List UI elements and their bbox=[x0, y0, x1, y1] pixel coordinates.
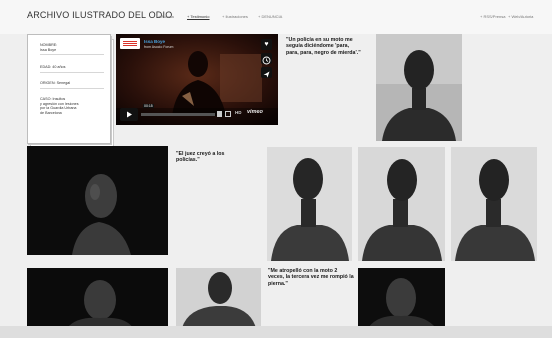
profile-origin: ORIGEN: Senegal bbox=[40, 81, 104, 89]
portrait-photo-4[interactable] bbox=[358, 147, 445, 261]
video-time: 00:15 bbox=[143, 104, 154, 108]
progress-track[interactable] bbox=[141, 113, 215, 116]
portrait-image bbox=[176, 268, 261, 328]
video-subtitle[interactable]: from Asocio Forum bbox=[144, 45, 173, 49]
portrait-image bbox=[358, 147, 445, 261]
portrait-photo-1[interactable] bbox=[376, 34, 462, 141]
portrait-photo-6[interactable] bbox=[27, 268, 168, 328]
clock-icon[interactable] bbox=[261, 53, 272, 65]
profile-age: EDAD: 40 años bbox=[40, 65, 104, 73]
nav-ilustraciones[interactable]: + Ilustraciones bbox=[222, 14, 248, 19]
play-button[interactable] bbox=[120, 108, 138, 121]
video-title[interactable]: Issa Boye bbox=[144, 39, 165, 44]
profile-card: NOMBRE: Issa Boye EDAD: 40 años ORIGEN: … bbox=[27, 34, 114, 147]
portrait-photo-7[interactable] bbox=[176, 268, 261, 328]
fullscreen-icon[interactable] bbox=[225, 111, 231, 117]
portrait-image bbox=[27, 268, 168, 328]
profile-name-field: NOMBRE: Issa Boye bbox=[40, 43, 104, 56]
profile-card-front: NOMBRE: Issa Boye EDAD: 40 años ORIGEN: … bbox=[27, 34, 111, 144]
portrait-photo-8[interactable] bbox=[358, 268, 445, 328]
nav-web-autoria[interactable]: + Web/Autoria bbox=[508, 14, 533, 19]
profile-name-value: Issa Boye bbox=[40, 47, 57, 52]
quote-1: "Un policía en su moto me seguía diciénd… bbox=[286, 37, 361, 56]
portrait-image bbox=[451, 147, 537, 261]
portrait-image bbox=[376, 34, 462, 141]
top-bar: ARCHIVO ILUSTRADO DEL ODIO + Autoria + T… bbox=[0, 0, 552, 34]
bottom-strip bbox=[0, 326, 552, 338]
video-logo bbox=[120, 38, 140, 49]
share-icon[interactable] bbox=[261, 67, 272, 78]
nav-denuncia[interactable]: + DENUNCIA bbox=[258, 14, 282, 19]
nav-testimonio[interactable]: + Testimonio bbox=[187, 14, 210, 19]
portrait-image bbox=[358, 268, 445, 328]
profile-case: CASO: Insultos y agresión con lesiones p… bbox=[40, 97, 104, 117]
nav-autoria[interactable]: + Autoria bbox=[158, 14, 174, 19]
portrait-image bbox=[267, 147, 352, 261]
portrait-image bbox=[27, 146, 168, 255]
quote-2: "El juez creyó a los policías." bbox=[176, 151, 225, 164]
case-line: de Barcelona bbox=[40, 110, 62, 115]
hd-badge[interactable]: HD bbox=[235, 110, 242, 115]
portrait-photo-3[interactable] bbox=[267, 147, 352, 261]
quote-3: "Me atropelló con la moto 2 veces, la te… bbox=[268, 268, 354, 287]
video-player[interactable]: Issa Boye from Asocio Forum ♥ 00:15 HD v… bbox=[116, 34, 278, 125]
vimeo-logo[interactable]: vimeo bbox=[247, 109, 263, 115]
portrait-photo-5[interactable] bbox=[451, 147, 537, 261]
nav-rss-prensa[interactable]: + RSS/Prensa bbox=[480, 14, 505, 19]
volume-icon[interactable] bbox=[217, 111, 222, 117]
portrait-photo-2[interactable] bbox=[27, 146, 168, 255]
site-title[interactable]: ARCHIVO ILUSTRADO DEL ODIO bbox=[27, 10, 172, 20]
heart-icon[interactable]: ♥ bbox=[261, 39, 272, 50]
